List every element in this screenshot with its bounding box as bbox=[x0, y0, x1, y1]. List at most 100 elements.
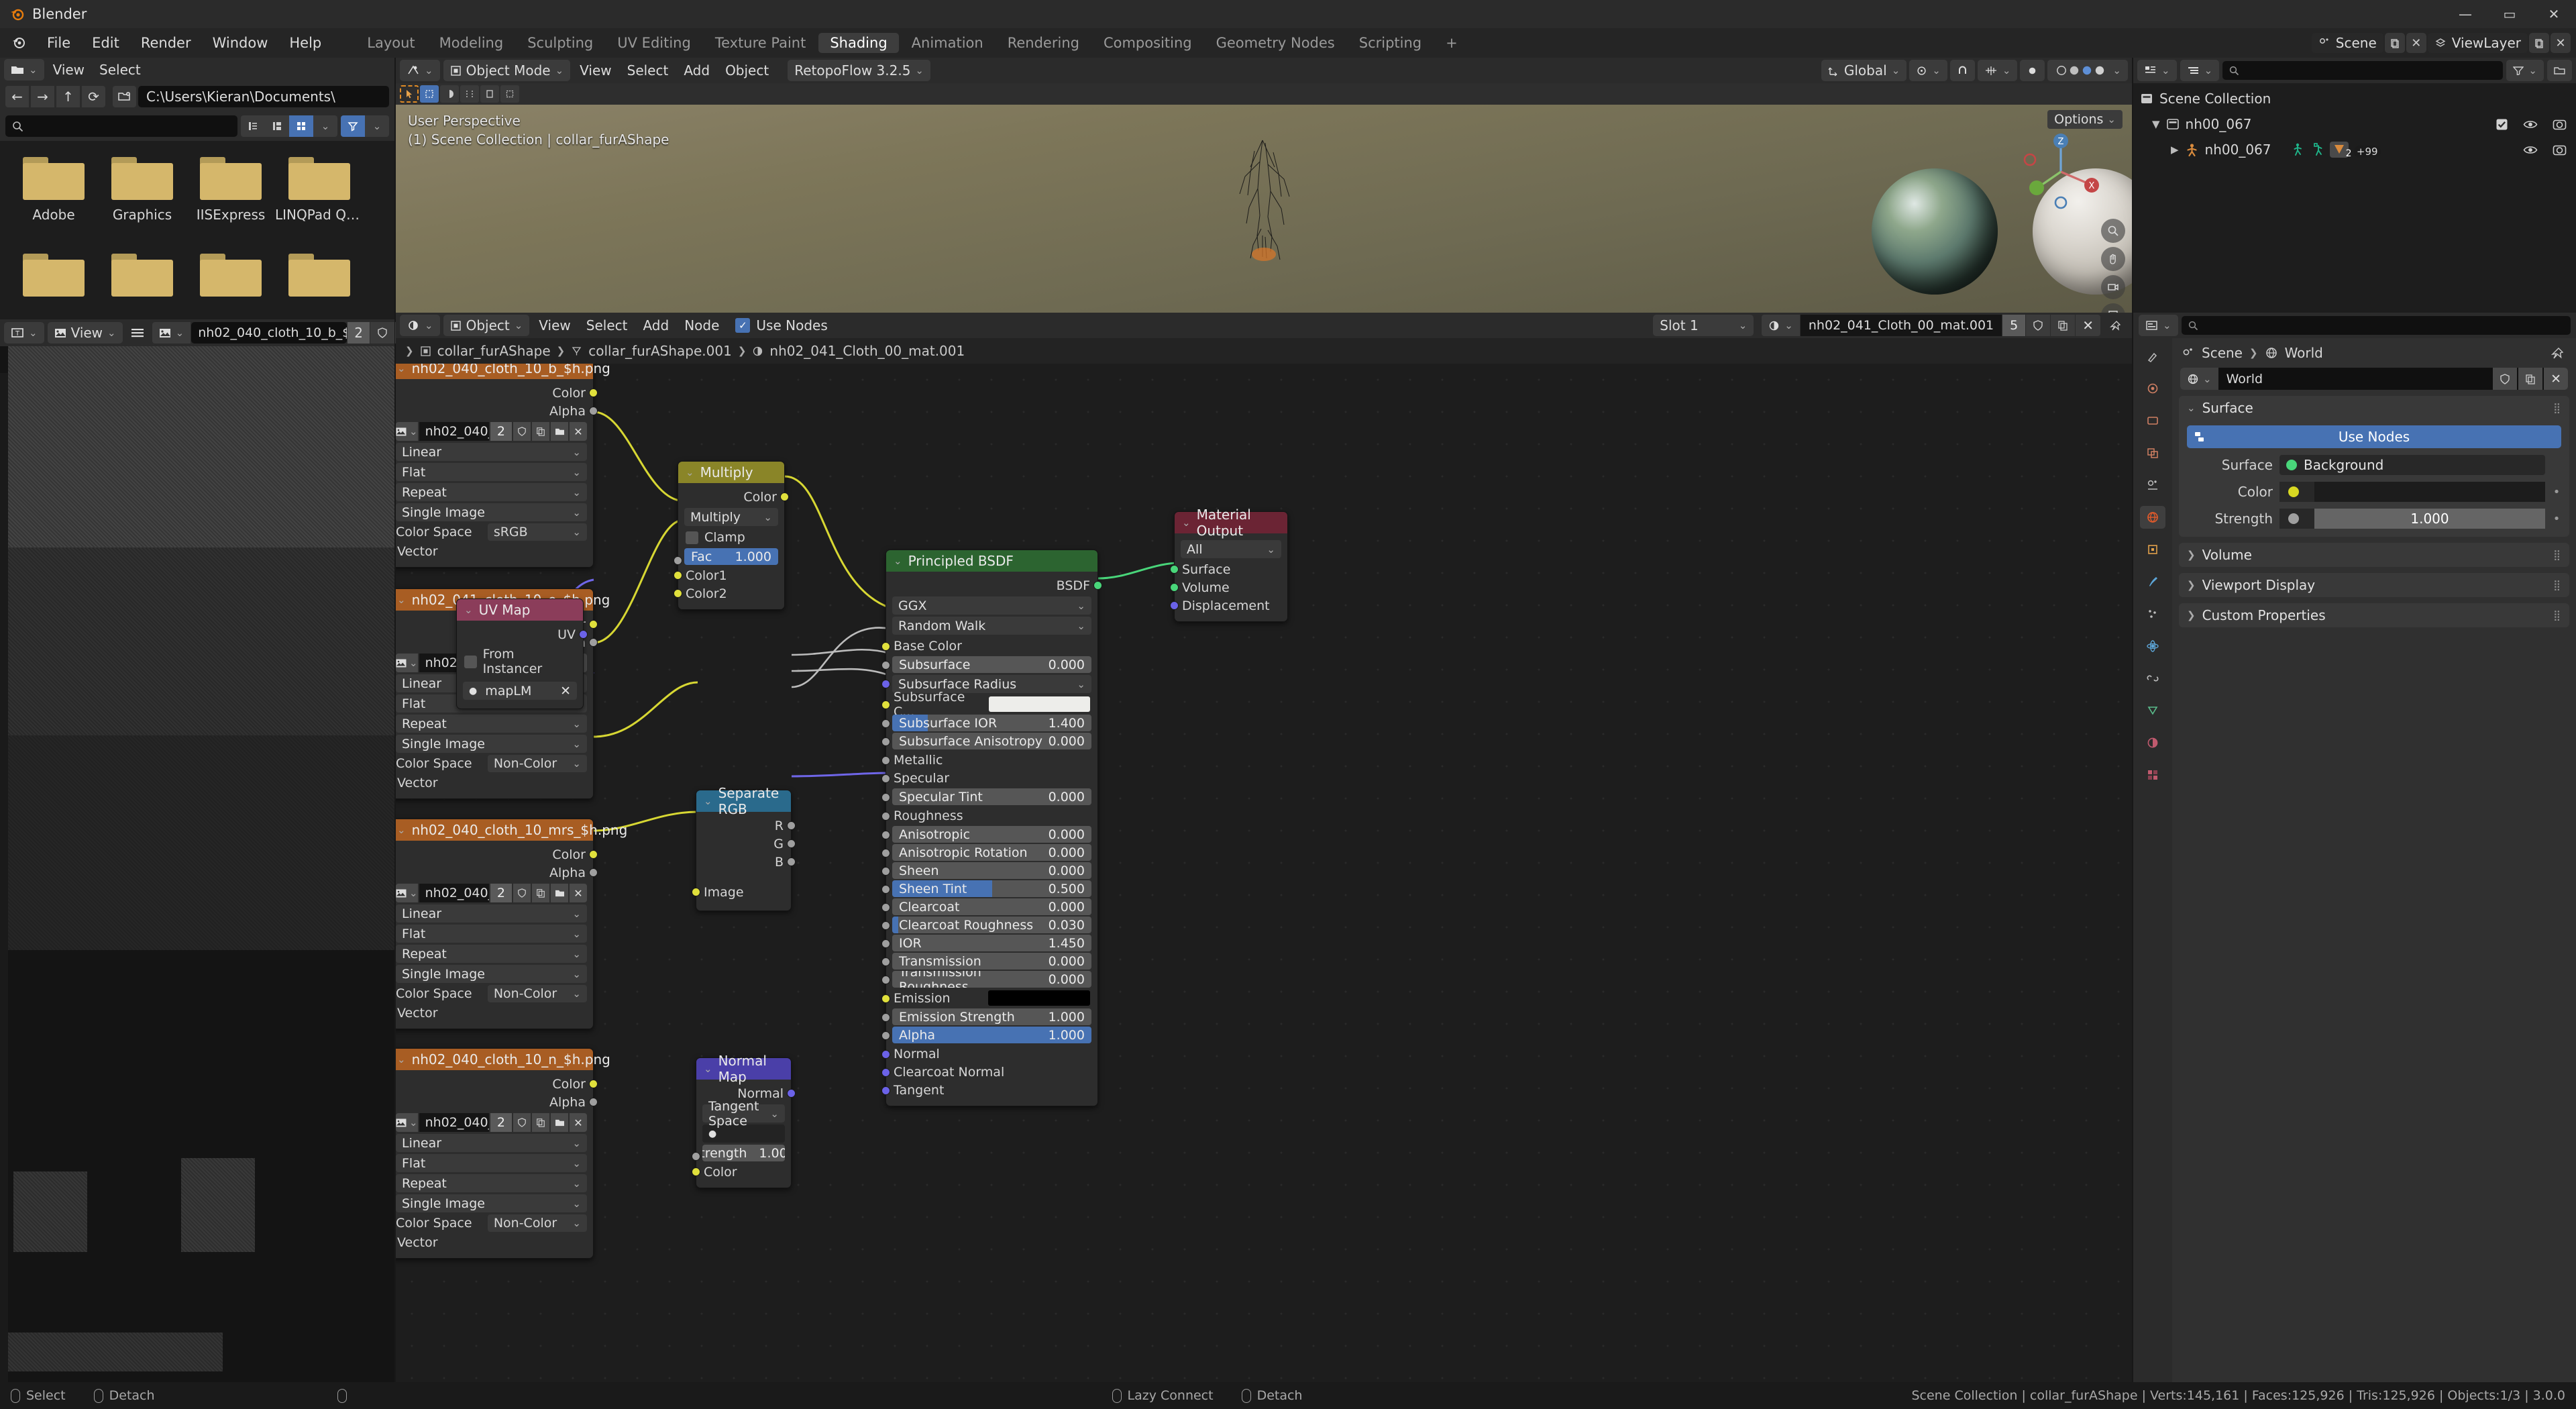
editor-type-selector-properties[interactable]: ⌄ bbox=[2139, 315, 2178, 336]
socket-subsurface-in[interactable] bbox=[881, 661, 890, 670]
panel-viewport-display-header[interactable]: ❯ Viewport Display ⣿ bbox=[2179, 573, 2569, 597]
image-browse-icon[interactable]: ⌄ bbox=[396, 884, 418, 902]
clamp-row[interactable]: Clamp bbox=[678, 528, 784, 547]
viewport-menu-select[interactable]: Select bbox=[621, 62, 675, 79]
socket-color-out[interactable] bbox=[780, 492, 789, 501]
use-nodes-button[interactable]: Use Nodes bbox=[2187, 425, 2561, 448]
image-name-field[interactable]: nh02_040_cloth_10_b_$h.png bbox=[191, 322, 347, 344]
display-mode-thumbnails-button[interactable] bbox=[289, 115, 313, 137]
principled-socket-row[interactable]: Anisotropic Rotation0.000 bbox=[886, 844, 1097, 861]
collapse-icon[interactable]: ⌄ bbox=[397, 364, 406, 374]
projection-dropdown[interactable]: Flat⌄ bbox=[396, 925, 587, 943]
node-input-displacement[interactable]: Displacement bbox=[1175, 596, 1287, 615]
visibility-eye-icon[interactable] bbox=[2523, 144, 2538, 156]
socket-fac-in[interactable] bbox=[674, 556, 682, 565]
socket-alpha-out[interactable] bbox=[589, 868, 598, 877]
node-header[interactable]: ⌄ Normal Map bbox=[696, 1058, 791, 1080]
collapse-icon[interactable]: ⌄ bbox=[464, 604, 473, 616]
principled-socket-row[interactable]: Clearcoat Normal bbox=[886, 1063, 1097, 1081]
socket-transmission-roughness-in[interactable] bbox=[881, 976, 890, 984]
outliner-filter-button[interactable]: ⌄ bbox=[2506, 60, 2544, 81]
socket-transmission-in[interactable] bbox=[881, 957, 890, 966]
node-uv-map[interactable]: ⌄ UV Map UV From Instancer ● mapLM ✕ bbox=[456, 598, 584, 709]
render-camera-icon[interactable] bbox=[2553, 144, 2567, 156]
editor-type-selector-nodeeditor[interactable]: ⌄ bbox=[400, 315, 440, 336]
material-browse-button[interactable]: ⌄ bbox=[1762, 315, 1800, 336]
workspace-tab-rendering[interactable]: Rendering bbox=[996, 33, 1091, 53]
background-strength-field[interactable]: 1.000 bbox=[2279, 509, 2545, 529]
image-browse-icon[interactable]: ⌄ bbox=[396, 1113, 418, 1132]
folder-item[interactable] bbox=[275, 254, 364, 297]
select-more-button[interactable] bbox=[500, 85, 519, 103]
copy-datablock-icon[interactable] bbox=[532, 1113, 549, 1132]
menu-render[interactable]: Render bbox=[130, 28, 202, 58]
principled-socket-row[interactable]: Roughness bbox=[886, 806, 1097, 825]
node-output-alpha[interactable]: Alpha bbox=[396, 402, 593, 420]
projection-dropdown[interactable]: Flat⌄ bbox=[396, 463, 587, 481]
image-users-count[interactable]: 2 bbox=[490, 422, 512, 441]
property-slider[interactable]: Sheen Tint0.500 bbox=[892, 880, 1091, 897]
node-header[interactable]: ⌄ UV Map bbox=[457, 599, 583, 621]
material-slot-selector[interactable]: Slot 1 ⌄ bbox=[1653, 315, 1754, 336]
world-unlink-button[interactable]: ✕ bbox=[2544, 368, 2568, 390]
folder-item[interactable]: LINQPad Que... bbox=[275, 157, 364, 223]
node-output-bsdf[interactable]: BSDF bbox=[886, 576, 1097, 594]
world-copy-button[interactable] bbox=[2518, 368, 2542, 390]
strength-slider[interactable]: Strength 1.000 bbox=[702, 1145, 785, 1161]
principled-socket-row[interactable]: Specular Tint0.000 bbox=[886, 788, 1097, 805]
menu-window[interactable]: Window bbox=[202, 28, 279, 58]
principled-socket-row[interactable]: Normal bbox=[886, 1045, 1097, 1063]
property-slider[interactable]: Subsurface IOR1.400 bbox=[892, 715, 1091, 731]
select-lasso-button[interactable] bbox=[460, 85, 479, 103]
fake-user-icon[interactable] bbox=[513, 422, 531, 441]
principled-socket-row[interactable]: Emission Strength1.000 bbox=[886, 1008, 1097, 1025]
socket-strength-in[interactable] bbox=[692, 1152, 700, 1161]
node-output-normal[interactable]: Normal bbox=[696, 1084, 791, 1102]
filebrowser-menu-select[interactable]: Select bbox=[93, 62, 147, 78]
viewport-menu-object[interactable]: Object bbox=[719, 62, 775, 79]
clear-uv-icon[interactable]: ✕ bbox=[560, 684, 571, 698]
unlink-image-icon[interactable]: ✕ bbox=[570, 422, 587, 441]
viewport-canvas[interactable]: User Perspective (1) Scene Collection | … bbox=[396, 105, 2132, 313]
node-header[interactable]: ⌄ Separate RGB bbox=[696, 790, 791, 812]
node-menu-select[interactable]: Select bbox=[580, 317, 634, 333]
render-camera-icon[interactable] bbox=[2553, 118, 2567, 131]
source-dropdown[interactable]: Single Image⌄ bbox=[396, 503, 587, 521]
open-image-icon[interactable] bbox=[551, 884, 568, 902]
tab-material[interactable] bbox=[2140, 731, 2165, 754]
panel-volume-header[interactable]: ❯ Volume ⣿ bbox=[2179, 543, 2569, 567]
zoom-icon[interactable] bbox=[2101, 219, 2125, 243]
image-name-field[interactable]: nh02_040_... bbox=[419, 422, 489, 441]
tab-physics[interactable] bbox=[2140, 635, 2165, 658]
socket-clearcoat-in[interactable] bbox=[881, 903, 890, 912]
tab-tool[interactable] bbox=[2140, 345, 2165, 368]
select-circle-button[interactable] bbox=[440, 85, 459, 103]
principled-socket-row[interactable]: Alpha1.000 bbox=[886, 1027, 1097, 1043]
node-header[interactable]: ⌄ Multiply bbox=[678, 462, 784, 483]
extension-dropdown[interactable]: Repeat⌄ bbox=[396, 945, 587, 963]
collapse-icon[interactable]: ⌄ bbox=[397, 594, 406, 606]
folder-item[interactable] bbox=[98, 254, 186, 297]
socket-color-out[interactable] bbox=[589, 388, 598, 397]
new-folder-button[interactable] bbox=[113, 86, 136, 107]
property-slider[interactable]: Anisotropic0.000 bbox=[892, 826, 1091, 843]
workspace-tab-animation[interactable]: Animation bbox=[900, 33, 995, 53]
fac-slider[interactable]: Fac 1.000 bbox=[684, 548, 778, 565]
panel-custom-properties-header[interactable]: ❯ Custom Properties ⣿ bbox=[2179, 603, 2569, 627]
select-box-button[interactable] bbox=[420, 85, 439, 103]
socket-anisotropic-in[interactable] bbox=[881, 831, 890, 839]
property-slider[interactable]: Transmission Roughness0.000 bbox=[892, 971, 1091, 988]
principled-socket-row[interactable]: Base Color bbox=[886, 637, 1097, 655]
tab-scene[interactable] bbox=[2140, 474, 2165, 497]
transform-orientation-selector[interactable]: Global ⌄ bbox=[1821, 60, 1907, 81]
use-nodes-checkbox[interactable]: ✓ bbox=[735, 318, 750, 333]
outliner-row-collection-nh00067[interactable]: ▼ nh00_067 bbox=[2133, 111, 2576, 137]
tab-world[interactable] bbox=[2140, 506, 2165, 529]
strength-value[interactable]: 1.000 bbox=[2314, 509, 2545, 529]
uv-layer-selector[interactable]: ● mapLM ✕ bbox=[463, 682, 577, 700]
editor-type-selector-filebrowser[interactable]: ⌄ bbox=[4, 59, 44, 81]
snap-magnet-button[interactable] bbox=[1950, 60, 1975, 81]
node-output-b[interactable]: B bbox=[696, 853, 791, 871]
image-browse-icon[interactable]: ⌄ bbox=[396, 422, 418, 441]
socket-b-out[interactable] bbox=[787, 857, 796, 866]
